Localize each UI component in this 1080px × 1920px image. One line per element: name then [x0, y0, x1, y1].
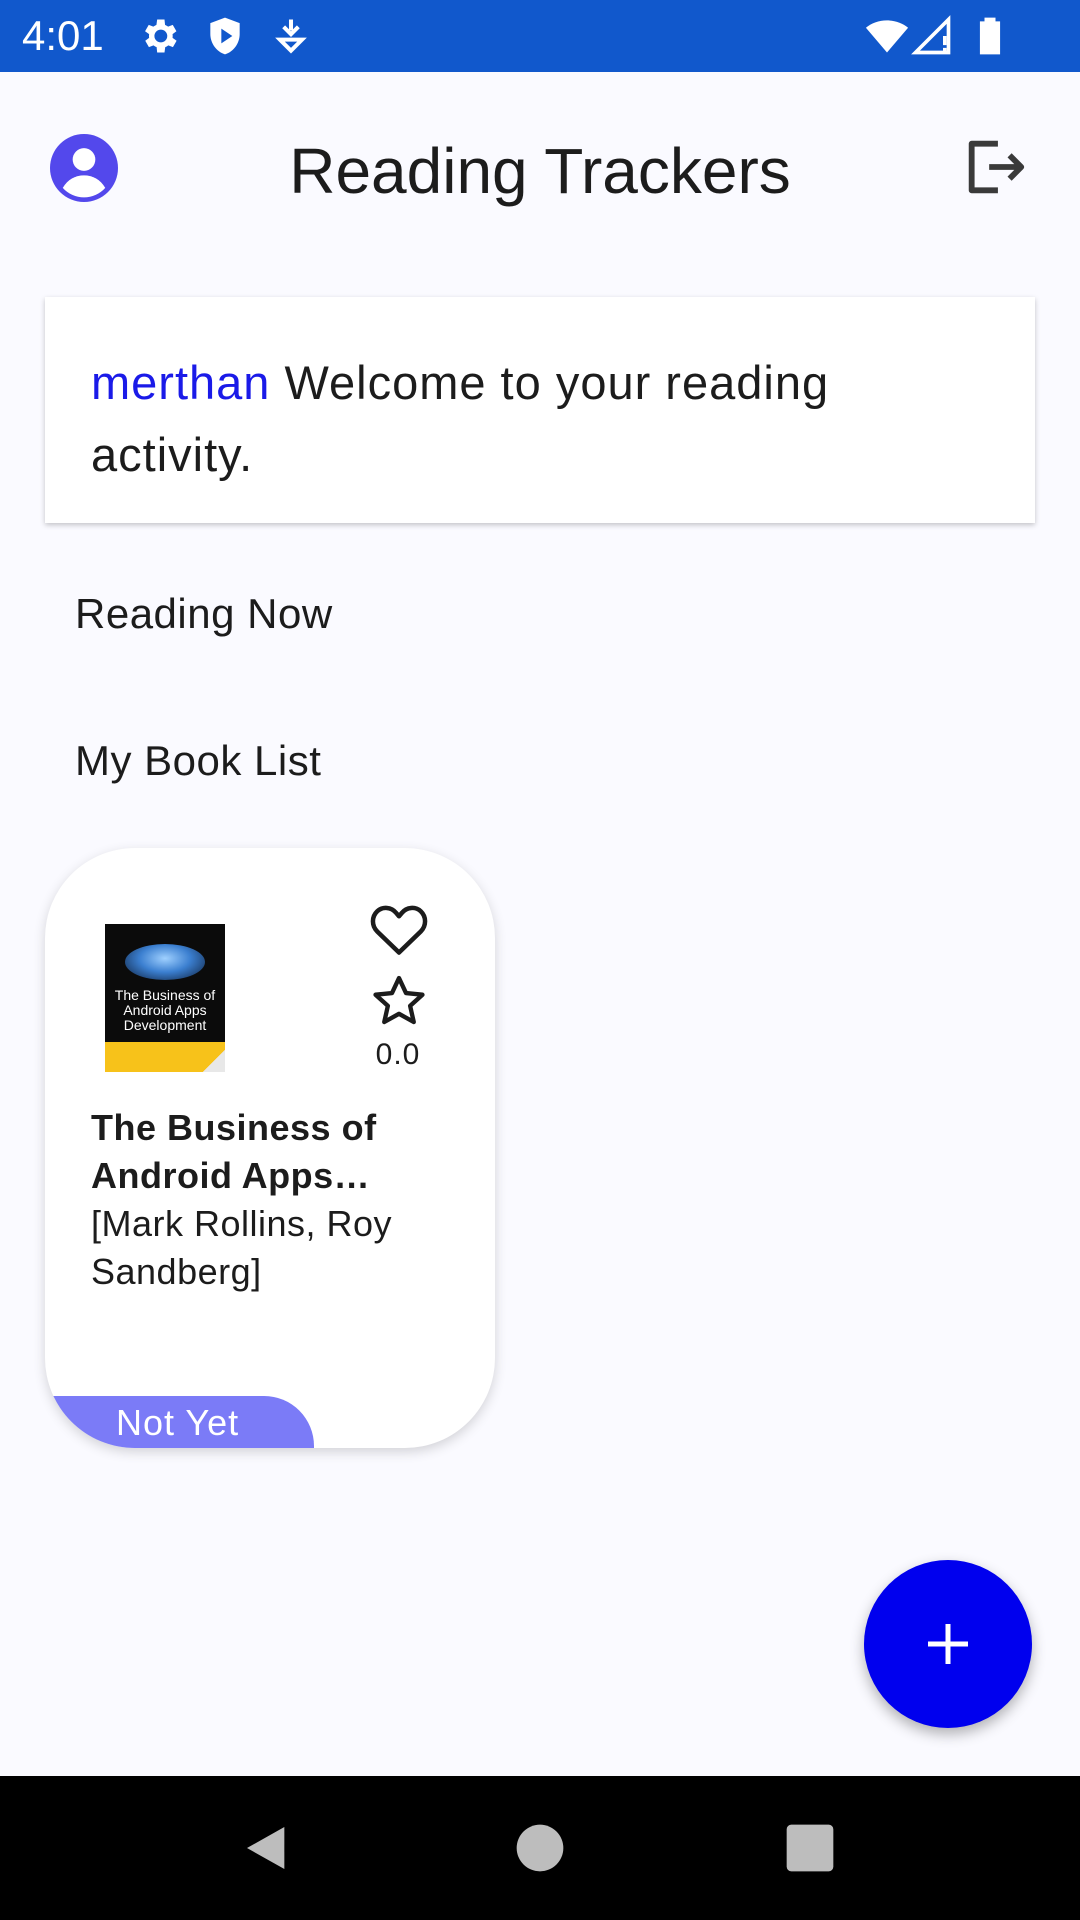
logout-icon[interactable] — [960, 132, 1030, 202]
signal-icon — [911, 15, 951, 55]
download-icon — [275, 19, 307, 54]
battery-icon — [979, 17, 1001, 55]
welcome-card: merthan Welcome to your reading activity… — [45, 297, 1035, 523]
navigation-bar — [0, 1776, 1080, 1920]
recents-icon[interactable] — [782, 1820, 838, 1876]
reading-now-heading: Reading Now — [75, 590, 333, 637]
app-bar: Reading Trackers — [0, 72, 1080, 272]
home-icon[interactable] — [512, 1820, 568, 1876]
add-book-button[interactable] — [864, 1560, 1032, 1728]
book-title: The Business of Android Apps Development — [91, 1107, 377, 1196]
cover-title: The Business of Android Apps Development — [114, 987, 216, 1033]
page-title: Reading Trackers — [289, 135, 791, 207]
heart-icon[interactable] — [367, 900, 431, 960]
cover-corner — [203, 1050, 225, 1072]
shield-icon — [210, 17, 240, 55]
back-icon[interactable] — [240, 1820, 296, 1876]
wifi-icon — [865, 20, 909, 53]
plus-icon — [928, 1624, 968, 1664]
book-cover: The Business of Android Apps Development — [105, 924, 225, 1072]
status-bar: 4:01 — [0, 0, 1080, 72]
username: merthan — [91, 356, 271, 409]
star-icon[interactable] — [369, 972, 429, 1030]
cover-globe — [125, 944, 205, 980]
rating-value: 0.0 — [375, 1038, 421, 1071]
book-card[interactable]: The Business of Android Apps Development… — [45, 848, 495, 1448]
status-time: 4:01 — [22, 12, 104, 59]
status-badge: Not Yet — [45, 1396, 314, 1448]
book-authors: [Mark Rollins, Roy Sandberg] — [91, 1203, 393, 1292]
book-list-heading: My Book List — [75, 737, 322, 784]
settings-icon — [145, 19, 177, 53]
